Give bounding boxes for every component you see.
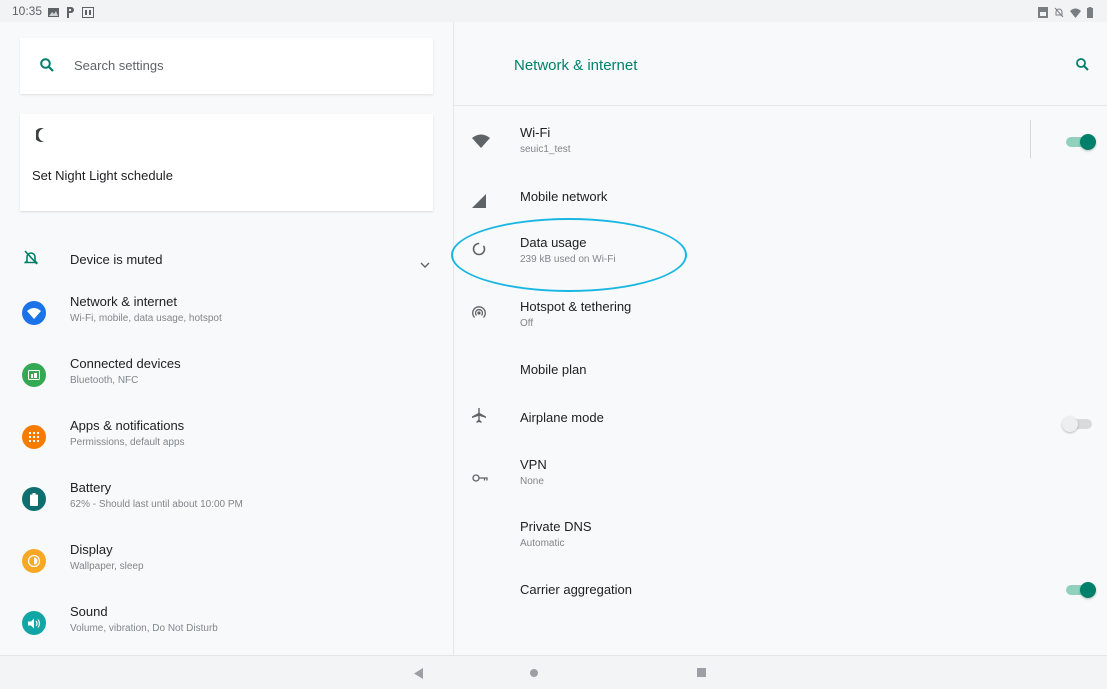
private-dns-item[interactable]: Private DNS Automatic: [454, 512, 1107, 552]
private-dns-title: Private DNS: [520, 519, 592, 534]
mobile-network-item[interactable]: Mobile network: [454, 182, 1107, 222]
back-button[interactable]: [414, 666, 423, 684]
wifi-toggle[interactable]: [1062, 134, 1096, 150]
switch-thumb: [1080, 582, 1096, 598]
airplane-mode-item[interactable]: Airplane mode: [454, 402, 1107, 442]
settings-item-network[interactable]: Network & internet Wi-Fi, mobile, data u…: [0, 289, 453, 345]
network-internet-pane: Network & internet Wi-Fi seuic1_test Mob…: [454, 22, 1107, 655]
data-usage-icon: [472, 242, 486, 261]
image-icon: [48, 5, 59, 23]
mobile-plan-item[interactable]: Mobile plan: [454, 354, 1107, 394]
recents-button[interactable]: [697, 668, 706, 677]
settings-item-display[interactable]: Display Wallpaper, sleep: [0, 537, 453, 593]
brightness-icon: [22, 549, 46, 573]
search-icon: [40, 58, 54, 77]
wifi-icon: [1070, 5, 1081, 23]
wifi-item[interactable]: Wi-Fi seuic1_test: [454, 120, 1107, 160]
screenshot-icon: [1038, 5, 1048, 23]
navigation-bar: [0, 655, 1107, 689]
home-button[interactable]: [530, 669, 538, 677]
settings-item-subtitle: Wi-Fi, mobile, data usage, hotspot: [70, 313, 222, 324]
device-muted-condition[interactable]: Device is muted: [0, 238, 453, 278]
vpn-item[interactable]: VPN None: [454, 450, 1107, 490]
mobile-network-title: Mobile network: [520, 189, 608, 204]
private-dns-mode: Automatic: [520, 538, 565, 549]
moon-icon: [34, 128, 46, 147]
settings-item-connected-devices[interactable]: Connected devices Bluetooth, NFC: [0, 351, 453, 407]
carrier-aggregation-title: Carrier aggregation: [520, 582, 633, 597]
settings-item-title: Battery: [70, 480, 112, 495]
apps-icon: [22, 425, 46, 449]
search-settings-placeholder: Search settings: [74, 58, 164, 73]
carrier-aggregation-toggle[interactable]: [1062, 582, 1096, 598]
device-muted-label: Device is muted: [70, 252, 163, 267]
airplane-icon: [472, 408, 486, 428]
vpn-title: VPN: [520, 457, 547, 472]
page-title: Network & internet: [514, 57, 638, 74]
devices-icon: [22, 363, 46, 387]
wifi-divider: [1030, 120, 1031, 158]
search-icon[interactable]: [1076, 58, 1089, 76]
vpn-key-icon: [472, 469, 488, 487]
search-settings-bar[interactable]: Search settings: [20, 38, 433, 94]
airplane-mode-title: Airplane mode: [520, 410, 604, 425]
status-bar: 10:35: [0, 0, 1107, 22]
settings-item-subtitle: Permissions, default apps: [70, 437, 185, 448]
wifi-title: Wi-Fi: [520, 125, 551, 140]
switch-thumb: [1062, 416, 1078, 432]
battery-icon: [1087, 5, 1093, 23]
status-time: 10:35: [12, 4, 43, 18]
settings-left-pane: Search settings Set Night Light schedule…: [0, 22, 453, 655]
volume-icon: [22, 611, 46, 635]
data-usage-item[interactable]: Data usage 239 kB used on Wi-Fi: [454, 230, 1107, 270]
wifi-icon: [472, 134, 490, 153]
settings-item-subtitle: Volume, vibration, Do Not Disturb: [70, 623, 218, 634]
calendar-icon: [82, 5, 94, 23]
settings-item-subtitle: 62% - Should last until about 10:00 PM: [70, 499, 243, 510]
p-icon: [66, 5, 75, 23]
settings-item-subtitle: Bluetooth, NFC: [70, 375, 139, 386]
settings-item-title: Network & internet: [70, 294, 177, 309]
settings-item-title: Display: [70, 542, 113, 557]
settings-item-title: Sound: [70, 604, 108, 619]
hotspot-title: Hotspot & tethering: [520, 299, 632, 314]
airplane-mode-toggle[interactable]: [1062, 416, 1096, 432]
settings-item-title: Apps & notifications: [70, 418, 185, 433]
switch-thumb: [1080, 134, 1096, 150]
navbar-divider: [0, 655, 1107, 656]
chevron-down-icon[interactable]: [420, 255, 430, 273]
wifi-network-name: seuic1_test: [520, 144, 571, 155]
settings-item-battery[interactable]: Battery 62% - Should last until about 10…: [0, 475, 453, 531]
settings-item-subtitle: Wallpaper, sleep: [70, 561, 144, 572]
hotspot-item[interactable]: Hotspot & tethering Off: [454, 294, 1107, 334]
header-divider: [454, 105, 1107, 106]
data-usage-summary: 239 kB used on Wi-Fi: [520, 254, 616, 265]
wifi-icon: [22, 301, 46, 325]
signal-icon: [472, 194, 486, 213]
battery-icon: [22, 487, 46, 511]
status-icons-right: [1038, 5, 1093, 23]
vpn-status: None: [520, 476, 544, 487]
mobile-plan-title: Mobile plan: [520, 362, 587, 377]
data-usage-title: Data usage: [520, 235, 587, 250]
night-light-suggestion-card[interactable]: Set Night Light schedule: [20, 114, 433, 211]
settings-item-title: Connected devices: [70, 356, 181, 371]
hotspot-icon: [472, 306, 486, 325]
settings-item-sound[interactable]: Sound Volume, vibration, Do Not Disturb: [0, 599, 453, 655]
night-light-label: Set Night Light schedule: [32, 168, 173, 183]
hotspot-status: Off: [520, 318, 534, 329]
mute-icon: [1054, 5, 1064, 23]
bell-off-icon: [23, 250, 39, 270]
settings-item-apps[interactable]: Apps & notifications Permissions, defaul…: [0, 413, 453, 469]
carrier-aggregation-item[interactable]: Carrier aggregation: [454, 576, 1107, 616]
